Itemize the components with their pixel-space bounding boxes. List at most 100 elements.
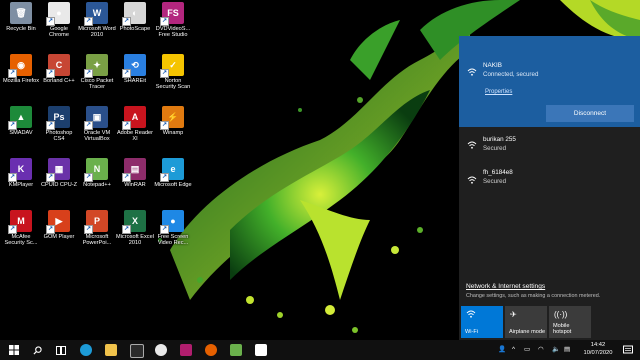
network-item-2[interactable]: fh_6184e8 Secured — [459, 166, 640, 194]
store-taskbar-icon[interactable] — [130, 344, 144, 358]
app-glyph: ▲ — [16, 111, 26, 122]
app-glyph: ▣ — [92, 111, 102, 122]
tray-wifi-icon[interactable]: ◠ — [538, 340, 544, 360]
desktop-icon[interactable]: K ↗ KMPlayer — [2, 158, 40, 188]
network-name: burikan 255 — [483, 136, 516, 143]
desktop-icon[interactable]: N ↗ Notepad++ — [78, 158, 116, 188]
shortcut-arrow-icon: ↗ — [122, 17, 131, 26]
app-icon: ✓ ↗ — [160, 54, 184, 78]
desktop-icon[interactable]: ✓ ↗ Norton Security Scan — [154, 54, 192, 91]
app-icon: Ps ↗ — [46, 106, 70, 130]
desktop-icon-label: WinRAR — [124, 182, 146, 188]
network-settings-link[interactable]: Network & Internet settings — [466, 283, 545, 290]
network-name: fh_6184e8 — [483, 169, 513, 176]
tile-label: Wi-Fi — [465, 329, 479, 335]
shortcut-arrow-icon: ↗ — [46, 173, 55, 182]
wifi-icon — [467, 68, 477, 76]
media-taskbar-icon[interactable] — [255, 344, 267, 356]
desktop-icon[interactable]: 🗑 Recycle Bin — [2, 2, 40, 32]
desktop-icon[interactable]: ◉ ↗ Mozilla Firefox — [2, 54, 40, 84]
tile-label: Mobile hotspot — [553, 323, 572, 335]
desktop-icon[interactable]: ⚡ ↗ Winamp — [154, 106, 192, 136]
app-glyph: N — [93, 163, 101, 174]
desktop-icon[interactable]: ✦ ↗ Cisco Packet Tracer — [78, 54, 116, 91]
desktop-icon[interactable]: ● ↗ Google Chrome — [40, 2, 78, 39]
app-glyph: ⚡ — [167, 111, 179, 122]
app-icon: W ↗ — [84, 2, 108, 26]
shortcut-arrow-icon: ↗ — [84, 17, 93, 26]
connected-network-status: Connected, secured — [483, 71, 539, 78]
taskbar-clock[interactable]: 14:42 10/07/2020 — [578, 342, 618, 357]
app-icon: ▦ ↗ — [46, 158, 70, 182]
shortcut-arrow-icon: ↗ — [84, 121, 93, 130]
desktop-icon[interactable]: W ↗ Microsoft Word 2010 — [78, 2, 116, 39]
wifi-icon — [466, 310, 476, 320]
desktop-icon[interactable]: ▤ ↗ WinRAR — [116, 158, 154, 188]
desktop-icon-label: Recycle Bin — [6, 26, 36, 32]
desktop-icon[interactable]: ▦ ↗ CPUID CPU-Z — [40, 158, 78, 188]
desktop-icon[interactable]: ⟲ ↗ SHAREit — [116, 54, 154, 84]
desktop-icon[interactable]: ▣ ↗ Oracle VM VirtualBox — [78, 106, 116, 143]
app-icon: ● ↗ — [46, 2, 70, 26]
tray-keyboard-icon[interactable]: ▤ — [564, 340, 570, 360]
app-glyph: ● — [56, 7, 62, 18]
app-icon: ▤ ↗ — [122, 158, 146, 182]
app-glyph: ✓ — [169, 59, 177, 70]
tray-battery-icon[interactable]: ▭ — [524, 340, 530, 360]
desktop-icon[interactable]: C ↗ Borland C++ — [40, 54, 78, 84]
task-view-button[interactable] — [50, 340, 72, 360]
tray-volume-icon[interactable]: 🔈 — [552, 340, 560, 360]
shortcut-arrow-icon: ↗ — [122, 173, 131, 182]
desktop-icon-label: Free Screen Video Rec... — [157, 234, 189, 247]
disconnect-button[interactable]: Disconnect — [546, 105, 634, 122]
shortcut-arrow-icon: ↗ — [160, 173, 169, 182]
app-icon: ✦ ↗ — [84, 54, 108, 78]
notification-center-icon[interactable] — [622, 344, 634, 356]
app-glyph: ▦ — [54, 163, 64, 174]
wifi-toggle-tile[interactable]: Wi-Fi — [461, 306, 503, 338]
desktop-icon-label: Microsoft PowerPoi... — [82, 234, 112, 247]
app-glyph: C — [55, 59, 63, 70]
desktop-icon-label: Microsoft Excel 2010 — [116, 234, 154, 247]
search-button[interactable] — [26, 340, 48, 360]
desktop-icon[interactable]: P ↗ Microsoft PowerPoi... — [78, 210, 116, 247]
edge-taskbar-icon[interactable] — [80, 344, 92, 356]
notepadpp-taskbar-icon[interactable] — [230, 344, 242, 356]
firefox-taskbar-icon[interactable] — [205, 344, 217, 356]
properties-link[interactable]: Properties — [485, 89, 512, 95]
desktop-icon[interactable]: Ps ↗ Photoshop CS4 — [40, 106, 78, 143]
desktop-icon[interactable]: ● ↗ Free Screen Video Rec... — [154, 210, 192, 247]
desktop-icon[interactable]: e ↗ Microsoft Edge — [154, 158, 192, 188]
desktop-icon[interactable]: ◐ ↗ PhotoScape — [116, 2, 154, 32]
desktop-icon[interactable]: M ↗ McAfee Security Sc... — [2, 210, 40, 247]
start-button[interactable] — [3, 340, 25, 360]
tray-show-hidden-icon[interactable]: ^ — [512, 340, 515, 360]
tray-person-icon[interactable]: 👤 — [498, 340, 506, 360]
desktop-icon[interactable]: ▶ ↗ GOM Player — [40, 210, 78, 240]
mobile-hotspot-tile[interactable]: ((·)) Mobile hotspot — [549, 306, 591, 338]
file-explorer-taskbar-icon[interactable] — [105, 344, 117, 356]
shortcut-arrow-icon: ↗ — [160, 121, 169, 130]
desktop-icon-label: Google Chrome — [49, 26, 69, 39]
app-glyph: ✦ — [93, 59, 101, 70]
network-item-1[interactable]: burikan 255 Secured — [459, 131, 640, 159]
clock-date: 10/07/2020 — [583, 349, 613, 356]
desktop-icon[interactable]: X ↗ Microsoft Excel 2010 — [116, 210, 154, 247]
app-glyph: ▶ — [55, 215, 63, 226]
app-glyph: Ps — [53, 111, 65, 122]
desktop-icon-label: CPUID CPU-Z — [40, 182, 78, 188]
desktop-icon-label: McAfee Security Sc... — [4, 234, 38, 247]
connected-network-name: NAKIB — [483, 62, 502, 69]
app-icon: ⟲ ↗ — [122, 54, 146, 78]
airplane-mode-tile[interactable]: ✈ Airplane mode — [505, 306, 547, 338]
shortcut-arrow-icon: ↗ — [46, 121, 55, 130]
connected-network-panel[interactable]: NAKIB Connected, secured Properties Disc… — [459, 36, 640, 127]
hotspot-icon: ((·)) — [554, 310, 568, 319]
winrar-taskbar-icon[interactable] — [180, 344, 192, 356]
desktop-icon[interactable]: ▲ ↗ SMADAV — [2, 106, 40, 136]
desktop-icon[interactable]: FS ↗ DVDVideoS... Free Studio — [154, 2, 192, 39]
shortcut-arrow-icon: ↗ — [8, 69, 17, 78]
desktop-icon[interactable]: A ↗ Adobe Reader XI — [116, 106, 154, 143]
desktop-icon-label: Microsoft Edge — [154, 182, 192, 188]
chrome-taskbar-icon[interactable] — [155, 344, 167, 356]
